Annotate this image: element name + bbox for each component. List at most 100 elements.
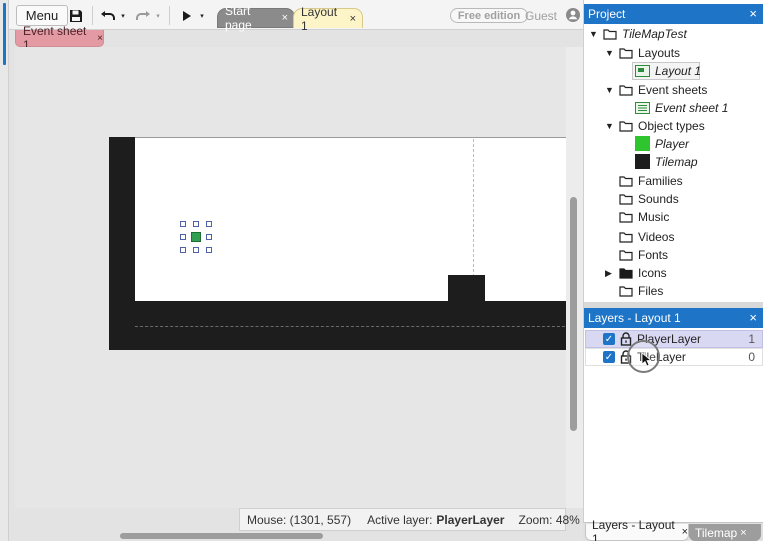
tab-event-sheet-1[interactable]: Event sheet 1 × bbox=[15, 24, 104, 52]
tree-item-fonts[interactable]: Fonts bbox=[584, 246, 763, 264]
tree-item-families[interactable]: Families bbox=[584, 172, 763, 190]
expand-arrow-icon[interactable]: ▼ bbox=[589, 29, 598, 39]
close-icon[interactable]: × bbox=[740, 527, 746, 539]
folder-icon bbox=[619, 194, 633, 205]
panel-title: Project bbox=[588, 7, 626, 21]
folder-icon bbox=[619, 121, 633, 132]
visibility-checkbox[interactable]: ✓ bbox=[603, 333, 615, 345]
redo-dropdown[interactable]: ▾ bbox=[154, 5, 162, 26]
window-guide-horizontal bbox=[135, 326, 566, 327]
user-circle-icon[interactable] bbox=[566, 8, 580, 22]
play-icon bbox=[183, 10, 191, 21]
folder-icon bbox=[619, 85, 633, 96]
tree-item-sounds[interactable]: Sounds bbox=[584, 190, 763, 208]
folder-icon bbox=[619, 250, 633, 261]
tree-label: Music bbox=[638, 210, 670, 224]
expand-arrow-icon[interactable]: ▼ bbox=[605, 85, 614, 95]
player-instance[interactable] bbox=[191, 232, 201, 242]
save-button[interactable] bbox=[67, 5, 85, 26]
horizontal-scroll-thumb[interactable] bbox=[120, 533, 323, 539]
resize-handle[interactable] bbox=[206, 234, 212, 240]
panel-title: Layers - Layout 1 bbox=[588, 311, 681, 325]
tab-start-page[interactable]: Start page × bbox=[217, 4, 295, 32]
redo-button[interactable] bbox=[134, 5, 152, 26]
collapse-arrow-icon[interactable]: ▶ bbox=[605, 268, 612, 279]
tree-label: Fonts bbox=[638, 248, 669, 262]
layer-row-playerlayer[interactable]: ✓ PlayerLayer 1 bbox=[585, 330, 763, 348]
tilemap-swatch-icon bbox=[635, 154, 650, 169]
resize-handle[interactable] bbox=[206, 221, 212, 227]
tree-item-icons[interactable]: ▶ Icons bbox=[584, 264, 763, 282]
layout-area[interactable] bbox=[135, 137, 566, 301]
menu-button[interactable]: Menu bbox=[16, 5, 68, 26]
tree-label: Object types bbox=[638, 119, 705, 133]
layout-border bbox=[135, 137, 566, 138]
resize-handle[interactable] bbox=[180, 234, 186, 240]
right-panel: Project × ▼ TileMapTest ▼ Layouts Layout… bbox=[583, 0, 763, 541]
tree-label: Layouts bbox=[638, 46, 681, 60]
tree-item-object-types[interactable]: ▼ Object types bbox=[584, 117, 763, 135]
preview-dropdown[interactable]: ▾ bbox=[198, 5, 206, 26]
layer-row-tilelayer[interactable]: ✓ TileLayer 0 bbox=[585, 348, 763, 366]
toolbar-separator bbox=[169, 6, 170, 25]
tree-item-player[interactable]: Player bbox=[584, 135, 763, 153]
resize-handle[interactable] bbox=[193, 221, 199, 227]
active-layer-label: Active layer: bbox=[367, 512, 433, 527]
tree-item-music[interactable]: Music bbox=[584, 208, 763, 226]
tree-item-layouts[interactable]: ▼ Layouts bbox=[584, 44, 763, 62]
tree-item-files[interactable]: Files bbox=[584, 282, 763, 300]
close-icon[interactable]: × bbox=[97, 33, 103, 44]
resize-handle[interactable] bbox=[180, 247, 186, 253]
tree-item-event-sheets[interactable]: ▼ Event sheets bbox=[584, 81, 763, 99]
tree-item-root[interactable]: ▼ TileMapTest bbox=[584, 25, 763, 43]
floppy-disk-icon bbox=[70, 9, 82, 22]
resize-handle[interactable] bbox=[180, 221, 186, 227]
layout-canvas[interactable] bbox=[15, 47, 566, 508]
left-accent-bar bbox=[3, 3, 6, 65]
project-panel-header: Project × bbox=[584, 4, 763, 24]
guest-label[interactable]: Guest bbox=[525, 9, 557, 23]
tree-label: Player bbox=[655, 137, 690, 151]
tab-label: Start page bbox=[225, 4, 252, 32]
tree-label: Event sheet 1 bbox=[655, 101, 729, 115]
tab-layers-layout-1[interactable]: Layers - Layout 1 × bbox=[585, 518, 689, 541]
close-icon[interactable]: × bbox=[749, 6, 757, 21]
tab-label: Layers - Layout 1 bbox=[592, 518, 675, 541]
mouse-position: Mouse: (1301, 557) bbox=[247, 512, 352, 527]
free-edition-badge[interactable]: Free edition bbox=[450, 8, 528, 23]
active-layer-value: PlayerLayer bbox=[436, 512, 505, 527]
vertical-scroll-thumb[interactable] bbox=[570, 197, 577, 431]
expand-arrow-icon[interactable]: ▼ bbox=[605, 48, 614, 58]
tree-label: TileMapTest bbox=[622, 27, 687, 41]
resize-handle[interactable] bbox=[193, 247, 199, 253]
tree-label: Files bbox=[638, 284, 664, 298]
tree-label: Videos bbox=[638, 230, 675, 244]
close-icon[interactable]: × bbox=[749, 310, 757, 325]
bottom-panel-tabs: Layers - Layout 1 × Tilemap × bbox=[583, 518, 763, 541]
folder-icon bbox=[619, 232, 633, 243]
resize-handle[interactable] bbox=[206, 247, 212, 253]
close-icon[interactable]: × bbox=[682, 526, 688, 538]
close-icon[interactable]: × bbox=[282, 12, 288, 24]
undo-icon bbox=[101, 10, 115, 20]
tree-item-tilemap[interactable]: Tilemap bbox=[584, 153, 763, 171]
tree-label: Event sheets bbox=[638, 83, 708, 97]
preview-button[interactable] bbox=[179, 5, 195, 26]
tree-item-layout-1[interactable]: Layout 1 bbox=[584, 62, 763, 80]
toolbar-separator bbox=[92, 6, 93, 25]
mouse-cursor-icon bbox=[641, 352, 651, 367]
layer-index: 1 bbox=[748, 332, 755, 346]
tree-item-event-sheet-1[interactable]: Event sheet 1 bbox=[584, 99, 763, 117]
tab-layout-1[interactable]: Layout 1 × bbox=[293, 5, 363, 33]
player-swatch-icon bbox=[635, 136, 650, 151]
undo-button[interactable] bbox=[99, 5, 117, 26]
visibility-checkbox[interactable]: ✓ bbox=[603, 351, 615, 363]
layer-index: 0 bbox=[748, 350, 755, 364]
close-icon[interactable]: × bbox=[350, 13, 356, 25]
tree-item-videos[interactable]: Videos bbox=[584, 228, 763, 246]
tab-tilemap[interactable]: Tilemap × bbox=[689, 524, 761, 541]
lock-icon[interactable] bbox=[620, 332, 632, 346]
undo-dropdown[interactable]: ▾ bbox=[119, 5, 127, 26]
expand-arrow-icon[interactable]: ▼ bbox=[605, 121, 614, 131]
layout-icon bbox=[635, 65, 650, 77]
